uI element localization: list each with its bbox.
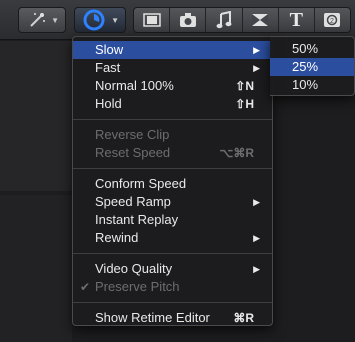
- submenu-item-25[interactable]: 25%: [270, 58, 354, 76]
- submenu-item-10[interactable]: 10%: [270, 76, 354, 94]
- menu-item-label: Fast: [95, 60, 121, 75]
- titles-button[interactable]: T: [279, 8, 315, 32]
- menu-item-label: Show Retime Editor: [95, 310, 210, 325]
- submenu-arrow-icon: ▶: [253, 264, 260, 274]
- menu-item-hold[interactable]: Hold ⇧H: [73, 95, 272, 113]
- menu-item-label: Reset Speed: [95, 145, 171, 160]
- menu-item-reverse-clip: Reverse Clip: [73, 126, 272, 144]
- retime-icon: [83, 9, 105, 31]
- svg-text:2: 2: [330, 18, 334, 25]
- menu-item-label: Video Quality: [95, 261, 173, 276]
- menu-item-label: Hold: [95, 96, 122, 111]
- transition-icon: [252, 14, 269, 26]
- transitions-button[interactable]: [243, 8, 279, 32]
- menu-item-show-retime-editor[interactable]: Show Retime Editor ⌘R: [73, 309, 272, 327]
- music-button[interactable]: [206, 8, 243, 32]
- filmstrip-icon: [142, 13, 161, 27]
- menu-item-reset-speed: Reset Speed ⌥⌘R: [73, 144, 272, 162]
- camera-icon: [179, 13, 196, 27]
- menu-item-label: Conform Speed: [95, 176, 187, 191]
- retime-button[interactable]: ▼: [74, 7, 126, 33]
- submenu-arrow-icon: ▶: [253, 233, 260, 243]
- menu-item-video-quality[interactable]: Video Quality ▶: [73, 260, 272, 278]
- magic-wand-icon: [30, 13, 45, 27]
- checkmark-icon: ✔: [80, 280, 91, 294]
- browser-segments: T 2: [133, 7, 351, 33]
- menu-item-normal[interactable]: Normal 100% ⇧N: [73, 77, 272, 95]
- title-icon: T: [289, 8, 303, 31]
- menu-item-instant-replay[interactable]: Instant Replay: [73, 211, 272, 229]
- menu-separator: [73, 302, 272, 303]
- menu-item-label: Instant Replay: [95, 212, 179, 227]
- filmstrip-button[interactable]: [134, 8, 171, 32]
- submenu-arrow-icon: ▶: [253, 197, 260, 207]
- music-note-icon: [216, 11, 232, 29]
- menu-item-fast[interactable]: Fast ▶: [73, 59, 272, 77]
- menu-item-label: Normal 100%: [95, 78, 174, 93]
- menu-item-label: Preserve Pitch: [95, 279, 180, 294]
- toolbar: ▼ ▼ T 2: [0, 0, 355, 40]
- shortcut-label: ⌥⌘R: [219, 146, 255, 160]
- menu-separator: [73, 253, 272, 254]
- menu-item-slow[interactable]: Slow ▶: [73, 41, 272, 59]
- generators-button[interactable]: 2: [315, 8, 350, 32]
- menu-item-label: Reverse Clip: [95, 127, 170, 142]
- generator-icon: 2: [324, 13, 341, 27]
- chevron-down-icon: ▼: [51, 16, 59, 25]
- panel-background: [0, 195, 72, 342]
- shortcut-label: ⇧N: [235, 79, 254, 93]
- shortcut-label: ⇧H: [235, 97, 254, 111]
- menu-item-rewind[interactable]: Rewind ▶: [73, 229, 272, 247]
- slow-submenu: 50% 25% 10%: [270, 36, 355, 96]
- menu-item-label: Rewind: [95, 230, 139, 245]
- chevron-down-icon: ▼: [111, 16, 119, 25]
- shortcut-label: ⌘R: [233, 311, 254, 325]
- panel-background: [0, 41, 72, 191]
- retime-menu: Slow ▶ Fast ▶ Normal 100% ⇧N Hold ⇧H Rev…: [72, 36, 273, 326]
- menu-separator: [73, 119, 272, 120]
- menu-item-preserve-pitch: ✔ Preserve Pitch: [73, 278, 272, 296]
- menu-separator: [73, 168, 272, 169]
- submenu-item-50[interactable]: 50%: [270, 40, 354, 58]
- menu-item-label: Slow: [95, 42, 124, 57]
- submenu-arrow-icon: ▶: [253, 63, 260, 73]
- enhancements-button[interactable]: ▼: [18, 7, 66, 33]
- menu-item-conform-speed[interactable]: Conform Speed: [73, 175, 272, 193]
- submenu-arrow-icon: ▶: [253, 45, 260, 55]
- menu-item-speed-ramp[interactable]: Speed Ramp ▶: [73, 193, 272, 211]
- menu-item-label: Speed Ramp: [95, 194, 171, 209]
- photos-button[interactable]: [170, 8, 207, 32]
